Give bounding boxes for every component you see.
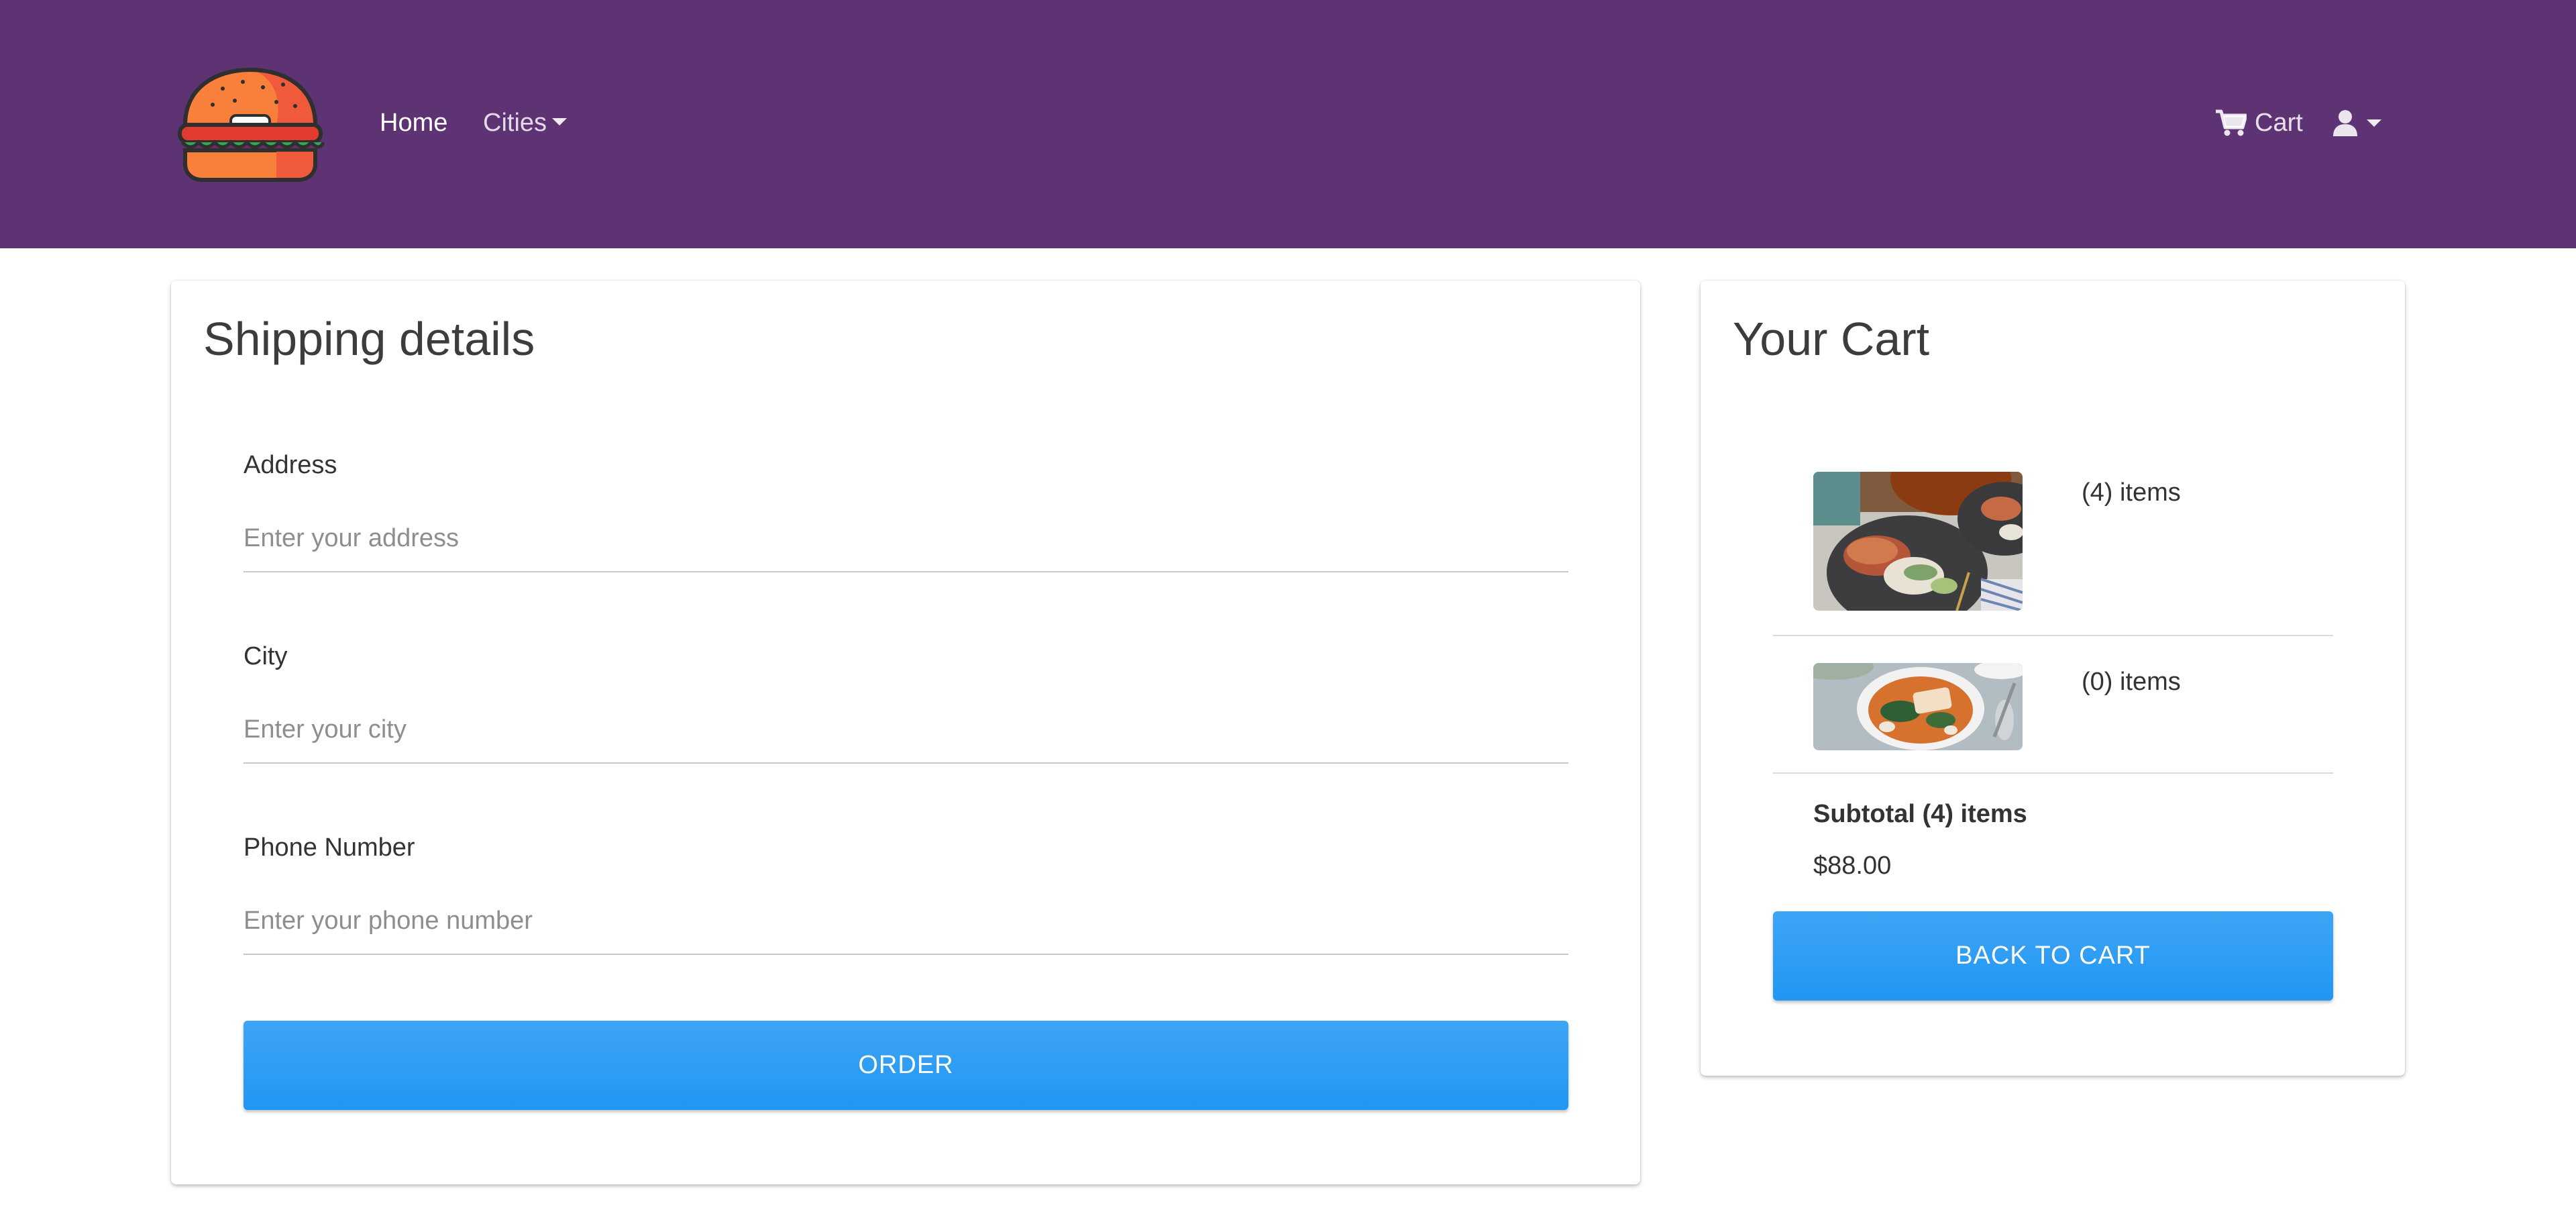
nav-cities-label: Cities [483,109,547,137]
city-label: City [244,642,288,670]
back-to-cart-button[interactable]: BACK TO CART [1773,911,2333,1001]
user-menu-dropdown[interactable] [2333,106,2381,140]
order-button[interactable]: ORDER [244,1021,1568,1110]
nav-home-link[interactable]: Home [380,106,447,140]
nav-cart-link[interactable]: Cart [2216,106,2303,140]
subtotal-label: Subtotal (4) items [1813,800,2027,828]
caret-down-icon [2367,119,2381,127]
cart-item-count: (4) items [2082,478,2181,507]
navbar: Home Cities Cart [0,0,2576,248]
address-input[interactable] [244,505,1568,572]
cart-title: Your Cart [1733,313,1930,365]
phone-input[interactable] [244,888,1568,955]
nav-cities-dropdown[interactable]: Cities [483,106,568,140]
nav-home-label: Home [380,109,448,137]
subtotal-value: $88.00 [1813,852,1892,880]
user-icon [2333,110,2357,136]
cart-item: (0) items [1773,636,2333,774]
fish-stew-bowl-image [1813,663,2023,750]
cart-icon [2216,109,2247,136]
cart-item: (4) items [1773,472,2333,636]
phone-label: Phone Number [244,833,415,862]
city-input[interactable] [244,697,1568,764]
address-label: Address [244,451,337,479]
shipping-card: Shipping details Address City Phone Numb… [171,281,1640,1184]
burger-logo-icon[interactable] [176,67,325,183]
cart-summary-card: Your Cart (4) items (0) items Subtotal (… [1701,281,2405,1076]
caret-down-icon [552,118,568,125]
salmon-plate-image [1813,472,2023,611]
nav-cart-label: Cart [2255,109,2303,137]
cart-item-count: (0) items [2082,668,2181,696]
shipping-title: Shipping details [203,313,535,365]
